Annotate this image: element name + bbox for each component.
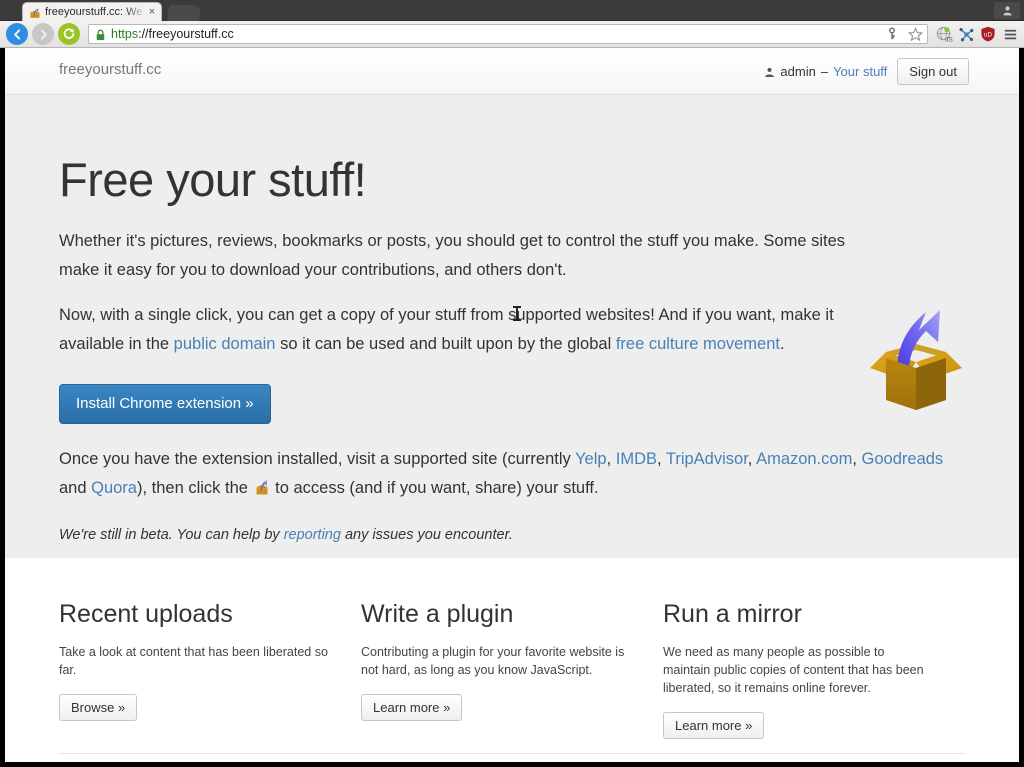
sign-out-button[interactable]: Sign out xyxy=(897,58,969,85)
para2-text-c: . xyxy=(780,335,785,353)
username: admin xyxy=(780,64,815,79)
site-link-goodreads[interactable]: Goodreads xyxy=(862,450,944,468)
forward-button[interactable] xyxy=(32,23,54,45)
molecule-extension-icon[interactable] xyxy=(956,23,976,45)
column-recent-uploads: Recent uploads Take a look at content th… xyxy=(59,600,361,739)
javascript-toggle-icon[interactable]: JS xyxy=(934,23,954,45)
browser-toolbar: https://freeyourstuff.cc xyxy=(0,21,1024,48)
browser-tab-strip: freeyourstuff.cc: We × xyxy=(0,0,1024,21)
site-footer: freeyourstuff.cc is an open community pr… xyxy=(59,753,965,762)
address-bar-url: https://freeyourstuff.cc xyxy=(111,25,234,43)
hero-section: Free your stuff! Whether it's pictures, … xyxy=(5,95,1019,558)
reload-button[interactable] xyxy=(58,23,80,45)
beta-text-a: We're still in beta. You can help by xyxy=(59,527,284,543)
browser-window: freeyourstuff.cc: We × xyxy=(0,0,1024,767)
free-culture-movement-link[interactable]: free culture movement xyxy=(616,335,780,353)
lock-icon xyxy=(95,28,107,40)
tab-close-icon[interactable]: × xyxy=(147,7,157,18)
hero-paragraph-1: Whether it's pictures, reviews, bookmark… xyxy=(59,207,859,285)
column-run-a-mirror: Run a mirror We need as many people as p… xyxy=(663,600,965,739)
column-body: Contributing a plugin for your favorite … xyxy=(361,643,631,679)
column-heading: Write a plugin xyxy=(361,600,631,629)
svg-text:uD: uD xyxy=(984,31,992,38)
hamburger-menu-icon[interactable] xyxy=(1000,23,1020,45)
public-domain-link[interactable]: public domain xyxy=(174,335,276,353)
ublock-shield-icon[interactable]: uD xyxy=(978,23,998,45)
new-tab-button[interactable] xyxy=(167,5,201,21)
column-body: Take a look at content that has been lib… xyxy=(59,643,329,679)
learn-more-mirror-button[interactable]: Learn more » xyxy=(663,712,764,739)
back-button[interactable] xyxy=(6,23,28,45)
browse-button[interactable]: Browse » xyxy=(59,694,137,721)
chrome-profile-button[interactable] xyxy=(994,2,1020,19)
learn-more-plugin-button[interactable]: Learn more » xyxy=(361,694,462,721)
page-title: Free your stuff! xyxy=(59,95,965,207)
reporting-link[interactable]: reporting xyxy=(284,527,341,543)
para3-text-b: ), then click the xyxy=(137,479,253,497)
beta-text-b: any issues you encounter. xyxy=(341,527,513,543)
url-rest: ://freeyourstuff.cc xyxy=(138,27,234,41)
navbar-right: admin – Your stuff Sign out xyxy=(764,58,969,85)
freeyourstuff-box-icon xyxy=(254,477,270,494)
site-link-tripadvisor[interactable]: TripAdvisor xyxy=(666,450,748,468)
site-link-yelp[interactable]: Yelp xyxy=(575,450,607,468)
svg-text:JS: JS xyxy=(945,36,953,43)
install-chrome-extension-button[interactable]: Install Chrome extension » xyxy=(59,384,271,424)
feature-columns: Recent uploads Take a look at content th… xyxy=(5,558,1019,739)
column-body: We need as many people as possible to ma… xyxy=(663,643,933,697)
freeyourstuff-logo xyxy=(864,300,969,412)
site-link-quora[interactable]: Quora xyxy=(91,479,137,497)
para3-text-a: Once you have the extension installed, v… xyxy=(59,450,575,468)
your-stuff-link[interactable]: Your stuff xyxy=(833,64,887,79)
column-heading: Recent uploads xyxy=(59,600,329,629)
address-bar[interactable]: https://freeyourstuff.cc xyxy=(88,24,928,44)
hero-paragraph-3: Once you have the extension installed, v… xyxy=(59,424,965,503)
site-brand[interactable]: freeyourstuff.cc xyxy=(59,61,161,78)
para3-text-c: to access (and if you want, share) your … xyxy=(271,479,599,497)
url-scheme: https xyxy=(111,27,138,41)
star-icon[interactable] xyxy=(905,23,925,45)
footer-spacer xyxy=(5,739,1019,753)
tab-favicon-icon xyxy=(29,6,41,18)
site-link-amazon[interactable]: Amazon.com xyxy=(756,450,852,468)
person-icon xyxy=(764,66,775,77)
text-cursor xyxy=(516,306,518,321)
key-icon[interactable] xyxy=(882,23,902,45)
column-heading: Run a mirror xyxy=(663,600,933,629)
user-separator: – xyxy=(821,64,828,79)
column-write-a-plugin: Write a plugin Contributing a plugin for… xyxy=(361,600,663,739)
hero-paragraph-2: Now, with a single click, you can get a … xyxy=(59,285,859,359)
user-info: admin – Your stuff xyxy=(764,64,887,79)
site-navbar: freeyourstuff.cc admin – Your stuff Sign… xyxy=(5,48,1019,95)
extension-icons: JS xyxy=(934,23,1024,45)
tab-title: freeyourstuff.cc: We xyxy=(45,5,147,20)
browser-tab[interactable]: freeyourstuff.cc: We × xyxy=(22,2,162,21)
page-viewport: freeyourstuff.cc admin – Your stuff Sign… xyxy=(5,48,1019,762)
beta-notice: We're still in beta. You can help by rep… xyxy=(59,503,859,550)
para2-text-b: so it can be used and built upon by the … xyxy=(275,335,615,353)
site-link-imdb[interactable]: IMDB xyxy=(616,450,657,468)
